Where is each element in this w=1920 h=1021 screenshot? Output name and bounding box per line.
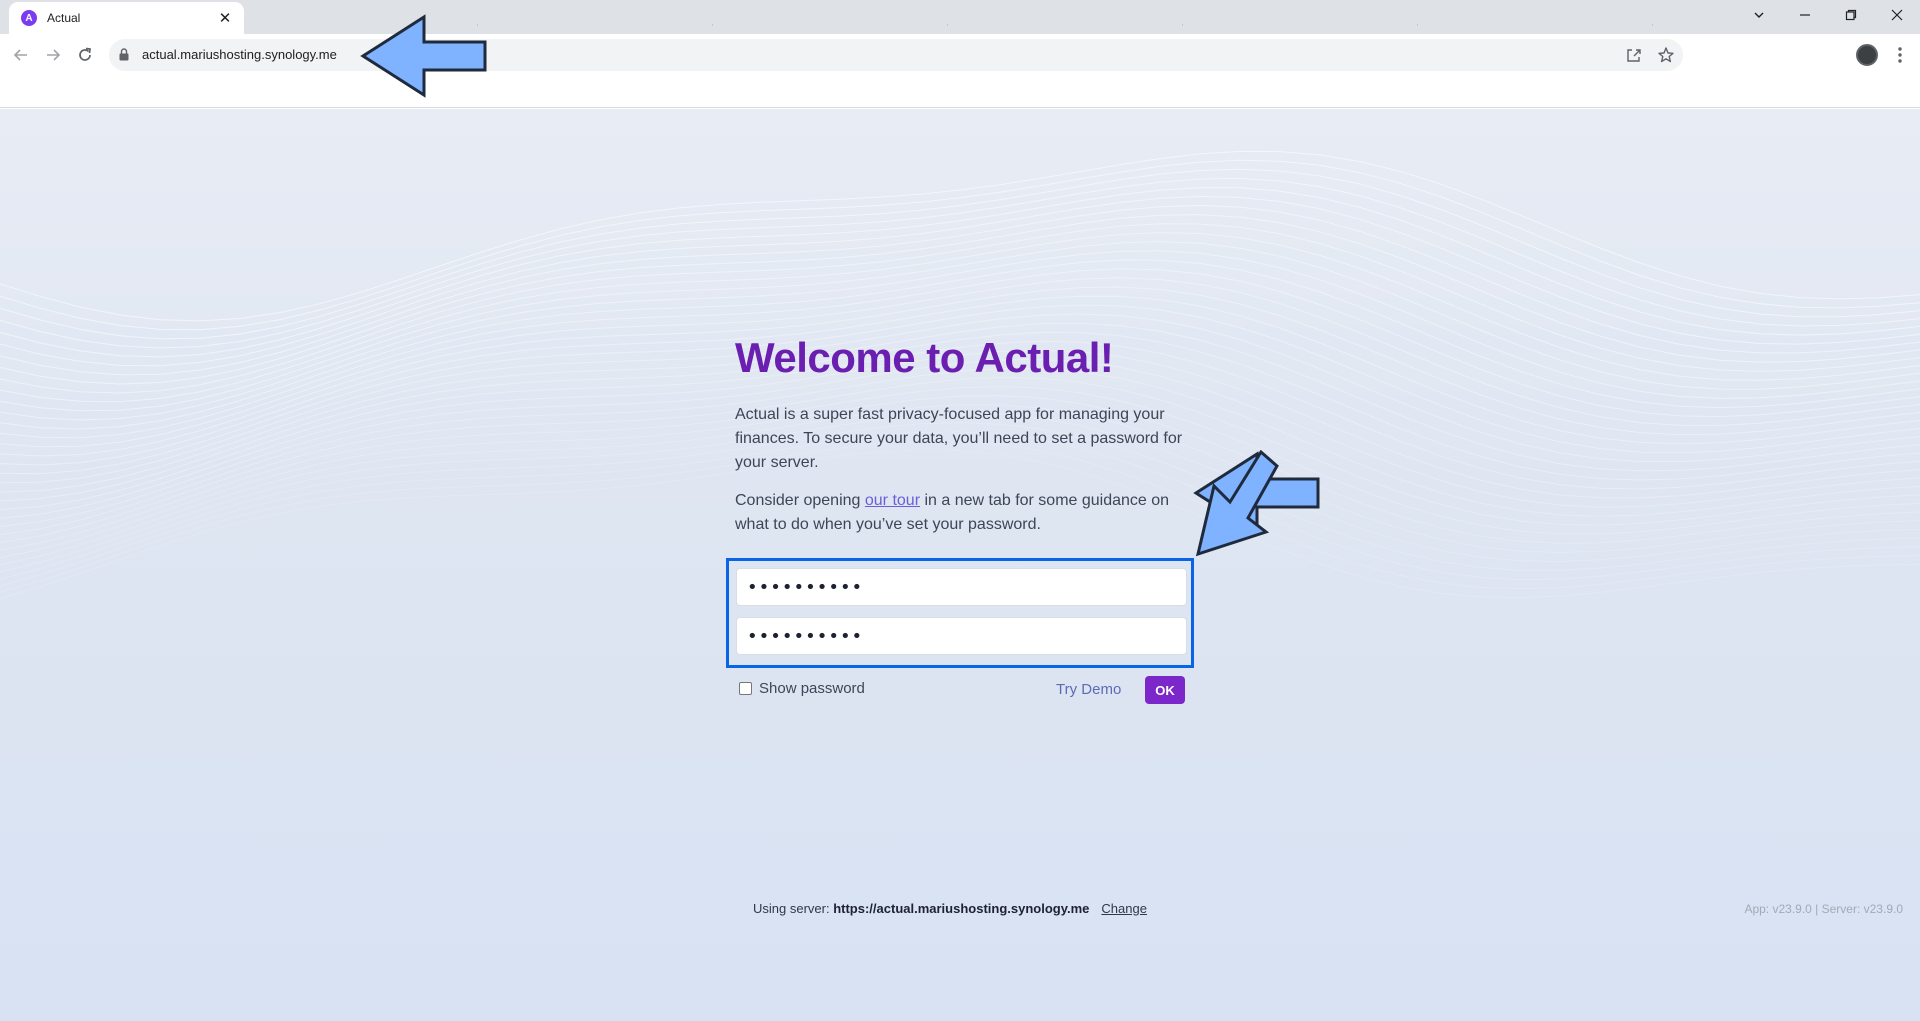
- tab-separator: [1182, 24, 1183, 26]
- page-background: Welcome to Actual! Actual is a super fas…: [0, 109, 1920, 1021]
- tab-title: Actual: [47, 11, 81, 25]
- tour-text: Consider opening our tour in a new tab f…: [735, 489, 1185, 537]
- profile-avatar[interactable]: [1856, 44, 1878, 66]
- browser-toolbar: actual.mariushosting.synology.me: [0, 34, 1920, 108]
- lock-icon[interactable]: [119, 48, 129, 66]
- back-icon[interactable]: [8, 42, 34, 68]
- welcome-panel: Welcome to Actual! Actual is a super fas…: [735, 333, 1185, 537]
- wave-line: [0, 159, 1920, 331]
- star-icon[interactable]: [1657, 46, 1675, 64]
- tour-text-before: Consider opening: [735, 492, 865, 509]
- wave-line: [0, 168, 1920, 340]
- version-info: App: v23.9.0 | Server: v23.9.0: [1744, 902, 1903, 916]
- show-password-row[interactable]: Show password: [739, 680, 865, 697]
- reload-icon[interactable]: [72, 42, 98, 68]
- server-footer: Using server: https://actual.mariushosti…: [753, 901, 1147, 916]
- our-tour-link[interactable]: our tour: [865, 492, 920, 509]
- password-input[interactable]: [736, 568, 1187, 606]
- ok-button[interactable]: OK: [1145, 676, 1185, 704]
- tab-separator: [1652, 24, 1653, 26]
- try-demo-button[interactable]: Try Demo: [1056, 681, 1121, 698]
- change-server-link[interactable]: Change: [1101, 901, 1147, 916]
- using-server-label: Using server:: [753, 901, 834, 916]
- maximize-icon[interactable]: [1828, 0, 1874, 30]
- browser-tab[interactable]: A Actual ✕: [9, 2, 244, 34]
- address-bar[interactable]: actual.mariushosting.synology.me: [109, 39, 1683, 71]
- annotation-arrow-down-left: [1195, 449, 1279, 557]
- show-password-checkbox[interactable]: [739, 682, 752, 695]
- window-close-icon[interactable]: [1874, 0, 1920, 30]
- menu-icon[interactable]: [1892, 43, 1908, 67]
- wave-line: [0, 177, 1920, 349]
- annotation-arrow-left: [360, 14, 487, 98]
- share-icon[interactable]: [1625, 46, 1643, 64]
- forward-icon[interactable]: [40, 42, 66, 68]
- actual-favicon-icon: A: [21, 10, 37, 26]
- intro-text: Actual is a super fast privacy-focused a…: [735, 406, 1183, 471]
- password-highlight-box: [726, 558, 1194, 668]
- tab-close-icon[interactable]: ✕: [216, 9, 234, 27]
- tab-strip: A Actual ✕: [0, 0, 1920, 34]
- confirm-password-input[interactable]: [736, 617, 1187, 655]
- server-url: https://actual.mariushosting.synology.me: [833, 901, 1090, 916]
- show-password-label[interactable]: Show password: [759, 680, 865, 697]
- tab-separator: [712, 24, 713, 26]
- tab-separator: [947, 24, 948, 26]
- tab-search-icon[interactable]: [1736, 0, 1782, 30]
- page-title: Welcome to Actual!: [735, 334, 1114, 381]
- tab-separator: [1417, 24, 1418, 26]
- url-text[interactable]: actual.mariushosting.synology.me: [142, 47, 337, 62]
- minimize-icon[interactable]: [1782, 0, 1828, 30]
